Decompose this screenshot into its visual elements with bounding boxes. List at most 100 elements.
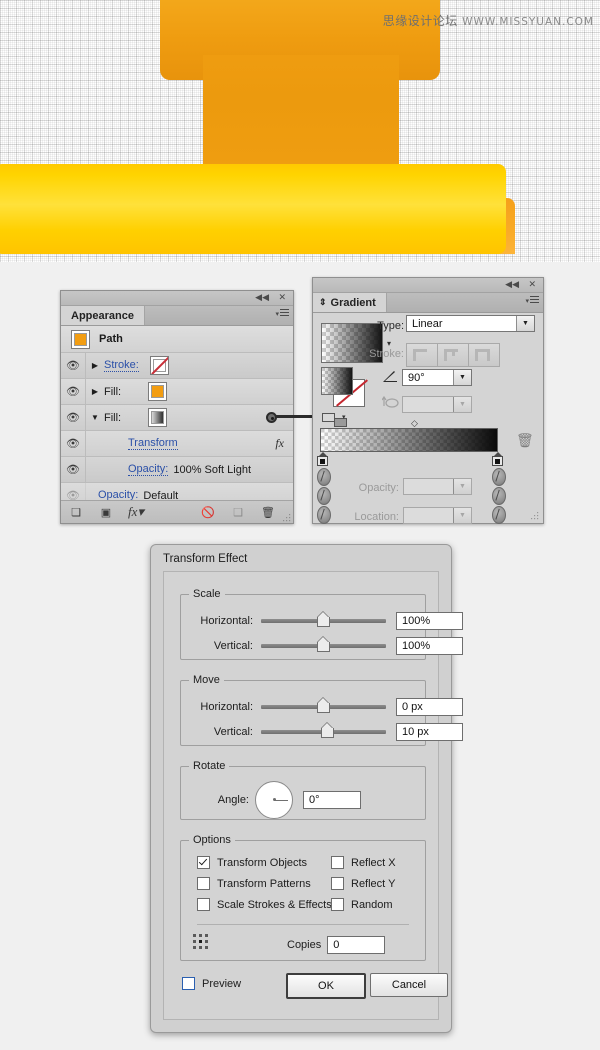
- appearance-row-fill-solid[interactable]: 👁 ▶ Fill:: [61, 379, 293, 405]
- disclosure-triangle-icon[interactable]: ▶: [86, 387, 104, 396]
- appearance-row-stroke[interactable]: 👁 ▶ Stroke:: [61, 353, 293, 379]
- connector-handle-icon[interactable]: [266, 412, 277, 423]
- move-horizontal-slider[interactable]: [261, 698, 386, 713]
- checkbox-box-icon[interactable]: [331, 856, 344, 869]
- checkbox-label: Transform Objects: [217, 856, 308, 869]
- gradient-handle-icon[interactable]: [317, 468, 331, 486]
- reference-point-icon[interactable]: [193, 934, 213, 952]
- appearance-row-fill-gradient[interactable]: 👁 ▼ Fill:: [61, 405, 293, 431]
- checkbox-box-icon[interactable]: [197, 877, 210, 890]
- gradient-handle-icon[interactable]: [317, 487, 331, 505]
- rotate-angle-dial[interactable]: [255, 781, 293, 819]
- stroke-gradient-along-button[interactable]: [437, 343, 469, 367]
- gradient-handle-icon[interactable]: [492, 506, 506, 524]
- visibility-eye-icon[interactable]: 👁: [61, 379, 86, 404]
- transform-effect-link[interactable]: Transform: [128, 437, 178, 450]
- gradient-angle-input[interactable]: 90° ▼: [402, 369, 472, 386]
- checkbox-transform-objects[interactable]: Transform Objects: [197, 856, 307, 869]
- fill-swatch-gradient[interactable]: [148, 408, 168, 427]
- tab-appearance[interactable]: Appearance: [61, 306, 145, 325]
- checkbox-reflect-x[interactable]: Reflect X: [331, 856, 396, 869]
- gradient-handle-icon[interactable]: [492, 468, 506, 486]
- gradient-type-select[interactable]: Linear ▼: [406, 315, 535, 332]
- appearance-panel-menu-button[interactable]: ▾: [275, 309, 289, 318]
- ok-button[interactable]: OK: [286, 973, 366, 999]
- collapse-icon[interactable]: ◀◀: [255, 292, 269, 304]
- stroke-gradient-across-button[interactable]: [468, 343, 500, 367]
- fill-gradient-box[interactable]: [321, 367, 353, 395]
- fx-icon[interactable]: fx: [275, 436, 284, 451]
- gradient-stop-start[interactable]: [317, 452, 328, 466]
- visibility-eye-icon[interactable]: 👁: [61, 353, 86, 378]
- close-icon[interactable]: ✕: [278, 292, 286, 304]
- ok-button-label: OK: [318, 980, 334, 992]
- checkbox-box-icon[interactable]: [331, 877, 344, 890]
- checkbox-random[interactable]: Random: [331, 898, 393, 911]
- clear-appearance-icon[interactable]: 🚫: [193, 506, 223, 519]
- checkbox-scale-strokes-effects[interactable]: Scale Strokes & Effects: [197, 898, 332, 911]
- fill-label[interactable]: Fill:: [104, 412, 121, 424]
- preview-label: Preview: [202, 977, 242, 990]
- add-new-stroke-icon[interactable]: ❏: [61, 506, 91, 519]
- tab-gradient[interactable]: ⇕ Gradient: [313, 293, 387, 312]
- copies-input[interactable]: 0: [327, 936, 386, 954]
- scale-vertical-slider[interactable]: [261, 637, 386, 652]
- reverse-gradient-icon[interactable]: ▾: [322, 413, 348, 427]
- add-new-effect-icon[interactable]: fx▾: [121, 504, 151, 520]
- stroke-swatch-none[interactable]: [149, 356, 169, 375]
- move-horizontal-input[interactable]: 0 px: [396, 698, 463, 716]
- close-icon[interactable]: ✕: [528, 279, 536, 291]
- checkbox-box-icon[interactable]: [331, 898, 344, 911]
- disclosure-triangle-icon[interactable]: ▶: [86, 361, 104, 370]
- checkbox-box-icon[interactable]: [197, 898, 210, 911]
- delete-item-icon[interactable]: 🗑: [253, 506, 283, 519]
- appearance-row-opacity-fill[interactable]: 👁 Opacity: 100% Soft Light: [61, 457, 293, 483]
- delete-stop-icon[interactable]: 🗑: [516, 432, 534, 449]
- gradient-opacity-input[interactable]: ▼: [403, 478, 472, 495]
- gradient-stop-end[interactable]: [492, 452, 503, 466]
- visibility-eye-icon[interactable]: 👁: [61, 405, 86, 430]
- checkbox-transform-patterns[interactable]: Transform Patterns: [197, 877, 311, 890]
- visibility-eye-icon[interactable]: 👁: [61, 457, 86, 482]
- opacity-link[interactable]: Opacity:: [128, 463, 169, 476]
- chevron-down-icon[interactable]: ▼: [453, 508, 471, 523]
- resize-grip-icon[interactable]: [531, 512, 539, 520]
- checkbox-box-icon[interactable]: [197, 856, 210, 869]
- gradient-handle-icon[interactable]: [492, 487, 506, 505]
- chevron-down-icon[interactable]: ▼: [516, 316, 534, 331]
- fill-swatch-orange[interactable]: [148, 382, 168, 401]
- scale-vertical-input[interactable]: 100%: [396, 637, 463, 655]
- move-vertical-input[interactable]: 10 px: [396, 723, 463, 741]
- disclosure-triangle-icon[interactable]: ▼: [86, 413, 104, 422]
- move-vertical-slider[interactable]: [261, 723, 386, 738]
- gradient-location-input[interactable]: ▼: [403, 507, 472, 524]
- gradient-tabbar: ⇕ Gradient ▾: [313, 293, 543, 313]
- fill-stroke-gradient-toggle[interactable]: [321, 367, 365, 407]
- appearance-row-transform[interactable]: 👁 Transform fx: [61, 431, 293, 457]
- gradient-aspect-input[interactable]: ▼: [402, 396, 472, 413]
- visibility-eye-icon[interactable]: 👁: [61, 431, 86, 456]
- checkbox-reflect-y[interactable]: Reflect Y: [331, 877, 395, 890]
- cancel-button[interactable]: Cancel: [370, 973, 448, 997]
- chevron-down-icon[interactable]: ▼: [453, 479, 471, 494]
- scale-horizontal-input[interactable]: 100%: [396, 612, 463, 630]
- checkbox-preview[interactable]: Preview: [182, 977, 241, 990]
- stroke-gradient-within-button[interactable]: [406, 343, 438, 367]
- collapse-icon[interactable]: ◀◀: [505, 279, 519, 291]
- chevron-down-icon[interactable]: ▼: [453, 370, 471, 385]
- checkbox-box-icon[interactable]: [182, 977, 195, 990]
- add-new-fill-icon[interactable]: ▣: [91, 506, 121, 519]
- stroke-label[interactable]: Stroke:: [104, 359, 139, 372]
- fill-label[interactable]: Fill:: [104, 386, 121, 398]
- duplicate-item-icon[interactable]: ❑: [223, 506, 253, 519]
- resize-grip-icon[interactable]: [283, 514, 291, 522]
- appearance-target-row[interactable]: Path: [61, 326, 293, 353]
- chevron-down-icon[interactable]: ▾: [387, 339, 391, 348]
- gradient-slider-track[interactable]: [320, 428, 498, 452]
- rotate-angle-input[interactable]: 0°: [303, 791, 361, 809]
- chevron-down-icon[interactable]: ▼: [453, 397, 471, 412]
- gradient-handle-icon[interactable]: [317, 506, 331, 524]
- appearance-bottom-toolbar: ❏ ▣ fx▾ 🚫 ❑ 🗑: [61, 500, 293, 523]
- scale-horizontal-slider[interactable]: [261, 612, 386, 627]
- gradient-panel-menu-button[interactable]: ▾: [525, 296, 539, 305]
